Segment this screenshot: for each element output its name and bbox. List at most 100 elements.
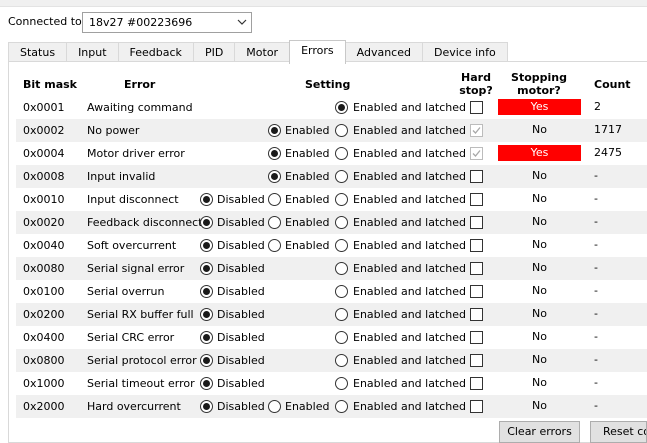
- error-count-cell: -: [594, 169, 598, 182]
- radio-enabled-latched[interactable]: [335, 400, 348, 413]
- stopping-motor-indicator: No: [532, 192, 547, 205]
- radio-label-enabled: Enabled: [285, 124, 330, 137]
- error-count-cell: 2475: [594, 146, 622, 159]
- hard-stop-checkbox[interactable]: [470, 262, 483, 275]
- radio-label-disabled: Disabled: [217, 285, 265, 298]
- radio-enabled-latched[interactable]: [335, 147, 348, 160]
- table-row: 0x0001 Awaiting command Enabled and latche…: [16, 96, 647, 119]
- error-count-cell: -: [594, 330, 598, 343]
- error-name-cell: Serial signal error: [87, 262, 185, 275]
- hard-stop-checkbox[interactable]: [470, 331, 483, 344]
- radio-label-enabled: Enabled: [285, 170, 330, 183]
- hard-stop-checkbox[interactable]: [470, 285, 483, 298]
- table-row: 0x0100 Serial overrun Disabled Enabled and …: [16, 280, 647, 303]
- radio-label-enabled-latched: Enabled and latched: [353, 308, 467, 321]
- stopping-motor-indicator: No: [532, 284, 547, 297]
- radio-enabled-latched[interactable]: [335, 331, 348, 344]
- radio-enabled-latched[interactable]: [335, 308, 348, 321]
- error-count-cell: -: [594, 192, 598, 205]
- bit-mask-cell: 0x0020: [23, 216, 65, 229]
- error-count-cell: -: [594, 353, 598, 366]
- error-count-cell: -: [594, 307, 598, 320]
- bit-mask-cell: 0x0004: [23, 147, 65, 160]
- hard-stop-checkbox[interactable]: [470, 124, 483, 137]
- bit-mask-cell: 0x2000: [23, 400, 65, 413]
- hard-stop-checkbox[interactable]: [470, 216, 483, 229]
- radio-label-enabled-latched: Enabled and latched: [353, 331, 467, 344]
- radio-enabled-latched[interactable]: [335, 262, 348, 275]
- radio-label-enabled-latched: Enabled and latched: [353, 354, 467, 367]
- checkmark-icon: [472, 127, 481, 134]
- hard-stop-checkbox[interactable]: [470, 193, 483, 206]
- bit-mask-cell: 0x0010: [23, 193, 65, 206]
- radio-disabled[interactable]: [200, 239, 213, 252]
- radio-enabled-latched[interactable]: [335, 216, 348, 229]
- radio-enabled-latched[interactable]: [335, 170, 348, 183]
- table-row: 0x0400 Serial CRC error Disabled Enabled an…: [16, 326, 647, 349]
- hard-stop-checkbox[interactable]: [470, 354, 483, 367]
- radio-enabled-latched[interactable]: [335, 377, 348, 390]
- radio-label-disabled: Disabled: [217, 239, 265, 252]
- radio-enabled[interactable]: [268, 147, 281, 160]
- hard-stop-checkbox[interactable]: [470, 377, 483, 390]
- radio-enabled[interactable]: [268, 400, 281, 413]
- header-error: Error: [124, 78, 156, 91]
- error-name-cell: Soft overcurrent: [87, 239, 177, 252]
- table-row: 0x0200 Serial RX buffer full Disabled Enabl…: [16, 303, 647, 326]
- hard-stop-checkbox[interactable]: [470, 239, 483, 252]
- hard-stop-checkbox[interactable]: [470, 400, 483, 413]
- radio-disabled[interactable]: [200, 331, 213, 344]
- hard-stop-checkbox[interactable]: [470, 147, 483, 160]
- radio-label-enabled-latched: Enabled and latched: [353, 216, 467, 229]
- error-name-cell: Awaiting command: [87, 101, 193, 114]
- table-row: 0x0008 Input invalid Enabled Enabled and la…: [16, 165, 647, 188]
- hard-stop-checkbox[interactable]: [470, 170, 483, 183]
- device-select[interactable]: 18v27 #00223696: [82, 12, 252, 33]
- radio-enabled[interactable]: [268, 124, 281, 137]
- radio-enabled[interactable]: [268, 239, 281, 252]
- hard-stop-checkbox[interactable]: [470, 308, 483, 321]
- radio-enabled-latched[interactable]: [335, 193, 348, 206]
- tab-errors[interactable]: Errors: [289, 40, 346, 64]
- radio-label-enabled-latched: Enabled and latched: [353, 101, 467, 114]
- radio-disabled[interactable]: [200, 262, 213, 275]
- radio-label-disabled: Disabled: [217, 331, 265, 344]
- radio-enabled-latched[interactable]: [335, 354, 348, 367]
- radio-disabled[interactable]: [200, 216, 213, 229]
- error-count-cell: -: [594, 376, 598, 389]
- radio-label-enabled-latched: Enabled and latched: [353, 147, 467, 160]
- error-name-cell: Serial RX buffer full: [87, 308, 194, 321]
- title-strip: [0, 0, 647, 7]
- reset-counts-button[interactable]: Reset counts: [590, 421, 647, 443]
- radio-enabled-latched[interactable]: [335, 239, 348, 252]
- clear-errors-button[interactable]: Clear errors: [499, 421, 580, 443]
- radio-disabled[interactable]: [200, 354, 213, 367]
- radio-enabled[interactable]: [268, 193, 281, 206]
- radio-disabled[interactable]: [200, 193, 213, 206]
- stopping-motor-indicator: No: [532, 215, 547, 228]
- error-name-cell: Feedback disconnect: [87, 216, 203, 229]
- device-select-value: 18v27 #00223696: [89, 16, 193, 29]
- hard-stop-checkbox[interactable]: [470, 101, 483, 114]
- radio-enabled-latched[interactable]: [335, 285, 348, 298]
- radio-enabled[interactable]: [268, 170, 281, 183]
- radio-disabled[interactable]: [200, 400, 213, 413]
- stopping-motor-indicator: No: [532, 376, 547, 389]
- stopping-motor-indicator: No: [532, 123, 547, 136]
- table-row: 0x0800 Serial protocol error Disabled Enabl…: [16, 349, 647, 372]
- radio-disabled[interactable]: [200, 377, 213, 390]
- radio-label-enabled-latched: Enabled and latched: [353, 170, 467, 183]
- radio-enabled[interactable]: [268, 216, 281, 229]
- radio-enabled-latched[interactable]: [335, 124, 348, 137]
- radio-enabled-latched[interactable]: [335, 101, 348, 114]
- error-count-cell: -: [594, 399, 598, 412]
- radio-disabled[interactable]: [200, 285, 213, 298]
- radio-disabled[interactable]: [200, 308, 213, 321]
- stopping-motor-indicator: No: [532, 353, 547, 366]
- chevron-down-icon: [237, 19, 247, 25]
- stopping-motor-indicator: No: [532, 399, 547, 412]
- error-name-cell: Serial CRC error: [87, 331, 175, 344]
- stopping-motor-indicator: No: [532, 330, 547, 343]
- error-name-cell: Hard overcurrent: [87, 400, 181, 413]
- bit-mask-cell: 0x1000: [23, 377, 65, 390]
